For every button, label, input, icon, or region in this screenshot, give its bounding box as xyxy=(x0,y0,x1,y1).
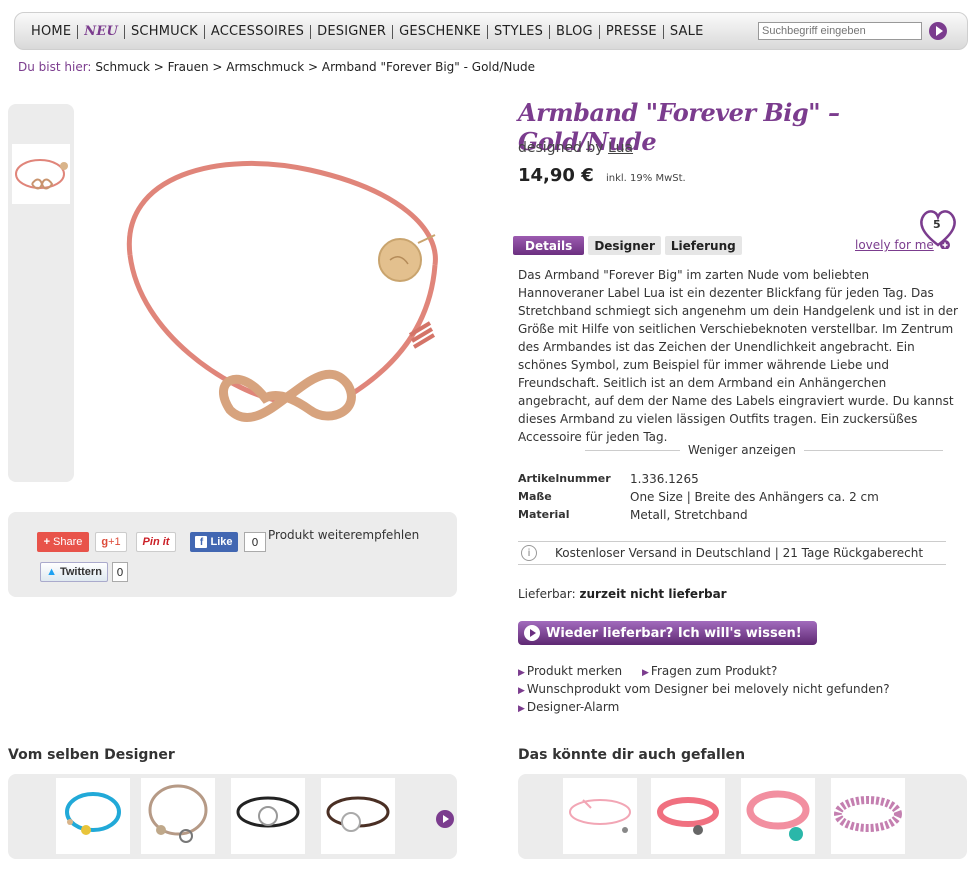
share-button-label: Share xyxy=(53,536,83,548)
designed-by-prefix: designed by xyxy=(518,140,604,156)
remember-product-link[interactable]: ▶ Produkt merken xyxy=(518,664,622,678)
notify-button-label: Wieder lieferbar? Ich will's wissen! xyxy=(546,625,802,641)
spec-key: Material xyxy=(518,508,570,521)
designed-by: designed by Lua xyxy=(518,140,633,156)
availability-value: zurzeit nicht lieferbar xyxy=(579,587,727,601)
carousel-next-button[interactable] xyxy=(436,810,454,828)
notify-when-available-button[interactable]: Wieder lieferbar? Ich will's wissen! xyxy=(518,621,817,645)
nav-item-schmuck[interactable]: SCHMUCK xyxy=(125,25,205,39)
lovely-count: 5 xyxy=(933,218,941,231)
might-like-carousel xyxy=(518,774,967,859)
nav-item-sale[interactable]: SALE xyxy=(664,25,710,39)
product-thumbnail[interactable] xyxy=(231,778,305,854)
wish-product-link[interactable]: ▶ Wunschprodukt vom Designer bei melovely… xyxy=(518,682,890,696)
tab-details[interactable]: Details xyxy=(513,236,585,255)
arrow-right-icon: ▶ xyxy=(518,668,525,678)
nav-item-styles[interactable]: STYLES xyxy=(488,25,551,39)
product-question-label: Fragen zum Produkt? xyxy=(650,664,778,678)
spec-key: Artikelnummer xyxy=(518,472,611,485)
arrow-right-icon xyxy=(524,625,540,641)
same-designer-carousel xyxy=(8,774,457,859)
show-less-toggle[interactable]: Weniger anzeigen xyxy=(680,443,804,457)
nav-item-home[interactable]: HOME xyxy=(25,25,79,39)
designer-alarm-link[interactable]: ▶ Designer-Alarm xyxy=(518,700,619,714)
nav-item-blog[interactable]: BLOG xyxy=(550,25,600,39)
google-plus-label: +1 xyxy=(108,536,121,548)
shipping-info-text: Kostenloser Versand in Deutschland | 21 … xyxy=(555,546,924,560)
product-thumbnail[interactable] xyxy=(651,778,725,854)
product-thumbnail[interactable] xyxy=(321,778,395,854)
facebook-like-label: Like xyxy=(210,536,233,548)
facebook-icon: f xyxy=(195,536,208,548)
spec-value: One Size | Breite des Anhängers ca. 2 cm xyxy=(630,490,879,504)
nav-item-presse[interactable]: PRESSE xyxy=(600,25,664,39)
arrow-right-icon: ▶ xyxy=(518,704,525,714)
breadcrumb-path[interactable]: Schmuck > Frauen > Armschmuck > Armband … xyxy=(95,60,535,74)
facebook-like-button[interactable]: f Like xyxy=(190,532,238,552)
product-thumbnail[interactable] xyxy=(741,778,815,854)
availability: Lieferbar: zurzeit nicht lieferbar xyxy=(518,587,727,601)
product-question-link[interactable]: ▶ Fragen zum Produkt? xyxy=(642,664,777,678)
product-price: 14,90 € xyxy=(518,165,594,186)
thumbnail-strip xyxy=(8,104,74,482)
designer-link[interactable]: Lua xyxy=(608,140,633,156)
spec-value: 1.336.1265 xyxy=(630,472,699,486)
lovely-for-me-link[interactable]: lovely for me xyxy=(855,238,934,252)
info-icon: i xyxy=(521,545,537,561)
plus-icon: + xyxy=(43,536,51,548)
facebook-like-count: 0 xyxy=(244,532,266,552)
search-submit-button[interactable] xyxy=(929,22,947,40)
google-plus-icon: g xyxy=(101,536,109,548)
nav-item-designer[interactable]: DESIGNER xyxy=(311,25,394,39)
twitter-label: Twittern xyxy=(59,566,102,578)
wish-product-label: Wunschprodukt vom Designer bei melovely … xyxy=(526,682,890,696)
thumbnail-image[interactable] xyxy=(12,144,70,204)
nav-item-geschenke[interactable]: GESCHENKE xyxy=(393,25,488,39)
spec-value: Metall, Stretchband xyxy=(630,508,748,522)
same-designer-heading: Vom selben Designer xyxy=(8,747,175,763)
tab-lieferung[interactable]: Lieferung xyxy=(664,236,742,255)
product-thumbnail[interactable] xyxy=(563,778,637,854)
product-thumbnail[interactable] xyxy=(831,778,905,854)
product-tabs: Details Designer Lieferung xyxy=(513,236,742,255)
product-main-image[interactable] xyxy=(100,115,460,475)
remember-product-label: Produkt merken xyxy=(526,664,623,678)
availability-label: Lieferbar: xyxy=(518,587,576,601)
arrow-right-icon: ▶ xyxy=(518,686,525,696)
vat-note: inkl. 19% MwSt. xyxy=(606,173,686,184)
might-like-heading: Das könnte dir auch gefallen xyxy=(518,747,746,763)
product-thumbnail[interactable] xyxy=(56,778,130,854)
spec-key: Maße xyxy=(518,490,552,503)
share-button[interactable]: + Share xyxy=(37,532,89,552)
twitter-count: 0 xyxy=(112,562,128,582)
breadcrumb: Du bist hier: Schmuck > Frauen > Armschm… xyxy=(18,60,535,74)
recommend-product-link[interactable]: Produkt weiterempfehlen xyxy=(268,528,419,542)
search-input[interactable] xyxy=(758,22,922,40)
top-navigation: HOME NEU SCHMUCK ACCESSOIRES DESIGNER GE… xyxy=(14,12,968,50)
arrow-right-icon: ▶ xyxy=(642,668,649,678)
breadcrumb-label: Du bist hier: xyxy=(18,60,92,74)
shipping-info-bar: i Kostenloser Versand in Deutschland | 2… xyxy=(518,541,946,565)
nav-item-accessoires[interactable]: ACCESSOIRES xyxy=(205,25,312,39)
main-menu: HOME NEU SCHMUCK ACCESSOIRES DESIGNER GE… xyxy=(25,13,710,51)
tab-designer[interactable]: Designer xyxy=(588,236,661,255)
google-plus-button[interactable]: g +1 xyxy=(95,532,127,552)
pinit-label: Pin it xyxy=(142,536,170,548)
twitter-icon: ▲ xyxy=(46,566,57,578)
social-share-box: + Share g +1 Pin it f Like 0 ▲ Twittern … xyxy=(8,512,457,597)
twitter-button[interactable]: ▲ Twittern xyxy=(40,562,108,582)
pinit-button[interactable]: Pin it xyxy=(136,532,176,552)
product-description: Das Armband "Forever Big" im zarten Nude… xyxy=(518,268,958,444)
nav-item-neu[interactable]: NEU xyxy=(78,25,125,39)
designer-alarm-label: Designer-Alarm xyxy=(526,700,620,714)
product-thumbnail[interactable] xyxy=(141,778,215,854)
